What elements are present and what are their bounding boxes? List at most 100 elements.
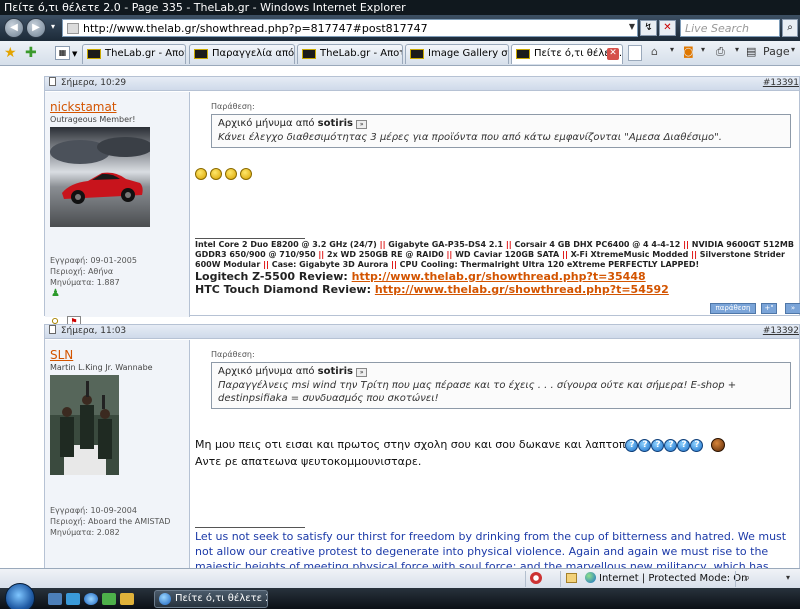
- post-count: Μηνύματα: 2.082: [50, 528, 120, 537]
- post-body-text: Αντε ρε απατεωνα ψευτοκομμουνισταρε.: [195, 455, 422, 468]
- start-button[interactable]: [5, 583, 35, 609]
- taskbar-ie-window[interactable]: Πείτε ό,τι θέλετε 2.0...: [154, 590, 268, 608]
- tab-list-dropdown-icon[interactable]: ▼: [72, 50, 77, 58]
- multi-quote-button[interactable]: +": [761, 303, 777, 314]
- username-link[interactable]: SLN: [50, 348, 73, 362]
- avatar[interactable]: [50, 127, 150, 227]
- security-lock-icon[interactable]: [566, 573, 577, 583]
- add-friend-icon[interactable]: ♟: [51, 288, 60, 299]
- tab-3[interactable]: TheLab.gr - Αποτε...: [297, 44, 403, 64]
- page-menu-dropdown-icon[interactable]: ▾: [791, 45, 795, 54]
- quote-author: sotiris: [317, 366, 354, 377]
- spec-item: CPU Cooling: Thermalright Ultra 120 eXtr…: [399, 260, 700, 269]
- refresh-compat-icon[interactable]: ↯: [640, 20, 657, 36]
- avatar-car-image: [50, 127, 150, 227]
- spec-item: 2x WD 250GB RE @ RAID0: [327, 250, 444, 259]
- user-title: Martin L.King Jr. Wannabe: [50, 363, 153, 372]
- thelab-favicon: [516, 49, 530, 59]
- quote-author: sotiris: [317, 118, 354, 129]
- quote-button[interactable]: παράθεση: [710, 303, 756, 314]
- signature-divider: [195, 238, 305, 239]
- feeds-icon[interactable]: ◙: [683, 45, 694, 58]
- add-favorites-icon[interactable]: ✚: [25, 45, 37, 61]
- question-smiley-icon: ?: [638, 438, 652, 452]
- review-link[interactable]: http://www.thelab.gr/showthread.php?t=35…: [352, 270, 646, 283]
- tab-label: Image Gallery σε p...: [428, 48, 508, 59]
- print-dropdown-icon[interactable]: ▾: [735, 45, 739, 54]
- post-header: Σήμερα, 11:03 #13392: [45, 325, 799, 339]
- search-icon[interactable]: ⌕: [782, 19, 798, 37]
- quote-label: Παράθεση:: [211, 102, 255, 111]
- quick-reply-button[interactable]: »: [785, 303, 800, 314]
- bomb-smiley-icon: [710, 438, 725, 452]
- question-smiley-icon: ?: [625, 438, 639, 452]
- internet-globe-icon: [585, 572, 596, 583]
- smiley-icon: [225, 168, 237, 180]
- tab-4[interactable]: Image Gallery σε p...: [405, 44, 509, 64]
- spec-item: X-Fi XtremeMusic Modded: [570, 250, 689, 259]
- post-timestamp: Σήμερα, 11:03: [60, 326, 127, 336]
- user-title: Outrageous Member!: [50, 115, 136, 124]
- history-dropdown-icon[interactable]: ▾: [47, 18, 59, 38]
- tab-bar: ★ ✚ ▦ ▼ TheLab.gr - Αποτε... Παραγγελία …: [0, 41, 800, 66]
- post-number-link[interactable]: #13392: [763, 325, 799, 338]
- address-bar: ◀ ▶ ▾ http://www.thelab.gr/showthread.ph…: [0, 15, 800, 41]
- page-menu-icon[interactable]: ▤: [746, 45, 756, 58]
- popup-blocked-icon[interactable]: [530, 572, 542, 584]
- smiley-icon: [240, 168, 252, 180]
- back-button[interactable]: ◀: [4, 18, 24, 38]
- home-dropdown-icon[interactable]: ▾: [670, 45, 674, 54]
- user-info-panel: nickstamat Outrageous Member! Εγγραφή: 0…: [45, 92, 190, 329]
- tab-5-active[interactable]: Πείτε ό,τι θέλετ... ✕: [511, 44, 623, 64]
- smiley-row: [195, 167, 255, 180]
- post-body-text: Μη μου πεις οτι εισαι και πρωτος στην σχ…: [195, 438, 626, 451]
- url-field[interactable]: http://www.thelab.gr/showthread.php?p=81…: [62, 19, 638, 37]
- quote-prefix: Αρχικό μήνυμα από: [218, 366, 315, 377]
- thelab-favicon: [194, 49, 208, 59]
- favorites-star-icon[interactable]: ★: [4, 45, 17, 61]
- review-line-2: HTC Touch Diamond Review: http://www.the…: [195, 283, 669, 296]
- tab-1[interactable]: TheLab.gr - Αποτε...: [82, 44, 186, 64]
- post-header: Σήμερα, 10:29 #13391: [45, 77, 799, 91]
- tab-label: Παραγγελία από Ζ...: [212, 48, 295, 59]
- stop-icon[interactable]: ✕: [659, 20, 676, 36]
- home-icon[interactable]: ⌂: [651, 45, 658, 58]
- switch-windows-icon[interactable]: [66, 593, 80, 605]
- post-number-link[interactable]: #13391: [763, 77, 799, 90]
- zone-text: Internet | Protected Mode: On: [599, 573, 748, 584]
- jump-to-post-icon[interactable]: »: [356, 120, 368, 129]
- spec-item: Case: Gigabyte 3D Aurora: [271, 260, 389, 269]
- user-location: Περιοχή: Αθήνα: [50, 267, 114, 276]
- feeds-dropdown-icon[interactable]: ▾: [701, 45, 705, 54]
- avatar[interactable]: [50, 375, 119, 475]
- zoom-dropdown-icon[interactable]: ▾: [786, 573, 790, 582]
- app-quicklaunch-icon[interactable]: [102, 593, 116, 605]
- spec-item: Gigabyte GA-P35-DS4 2.1: [388, 240, 504, 249]
- signature-quote: Let us not seek to satisfy our thirst fo…: [195, 530, 787, 568]
- close-tab-icon[interactable]: ✕: [607, 48, 619, 60]
- spec-item: Intel Core 2 Duo E8200 @ 3.2 GHz (24/7): [195, 240, 377, 249]
- status-divider: [735, 571, 736, 587]
- username-link[interactable]: nickstamat: [50, 100, 117, 114]
- tab-2[interactable]: Παραγγελία από Ζ...: [189, 44, 295, 64]
- signature-divider: [195, 527, 305, 528]
- show-desktop-icon[interactable]: [48, 593, 62, 605]
- spec-item: WD Caviar 120GB SATA: [455, 250, 560, 259]
- ie-quicklaunch-icon[interactable]: [84, 593, 98, 605]
- quote-text: Παραγγέλνεις msi wind την Τρίτη που μας …: [218, 380, 737, 404]
- search-input[interactable]: Live Search: [680, 19, 780, 37]
- quote-text: Κάνει έλεγχο διαθεσιμότητας 3 μέρες για …: [218, 132, 722, 143]
- post-timestamp: Σήμερα, 10:29: [60, 78, 127, 88]
- forum-post: Σήμερα, 11:03 #13392 SLN Martin L.King J…: [44, 324, 800, 568]
- folder-quicklaunch-icon[interactable]: [120, 593, 134, 605]
- forward-button[interactable]: ▶: [26, 18, 46, 38]
- zoom-icon[interactable]: ⌕: [744, 571, 750, 585]
- page-menu-button[interactable]: Page: [763, 45, 790, 58]
- print-icon[interactable]: ⎙: [716, 45, 725, 59]
- security-zone[interactable]: Internet | Protected Mode: On: [585, 572, 747, 584]
- new-tab-button[interactable]: [628, 45, 642, 61]
- quick-tabs-icon[interactable]: ▦: [55, 46, 70, 60]
- jump-to-post-icon[interactable]: »: [356, 368, 368, 377]
- review-link[interactable]: http://www.thelab.gr/showthread.php?t=54…: [375, 283, 669, 296]
- url-dropdown-icon[interactable]: ▼: [629, 22, 635, 31]
